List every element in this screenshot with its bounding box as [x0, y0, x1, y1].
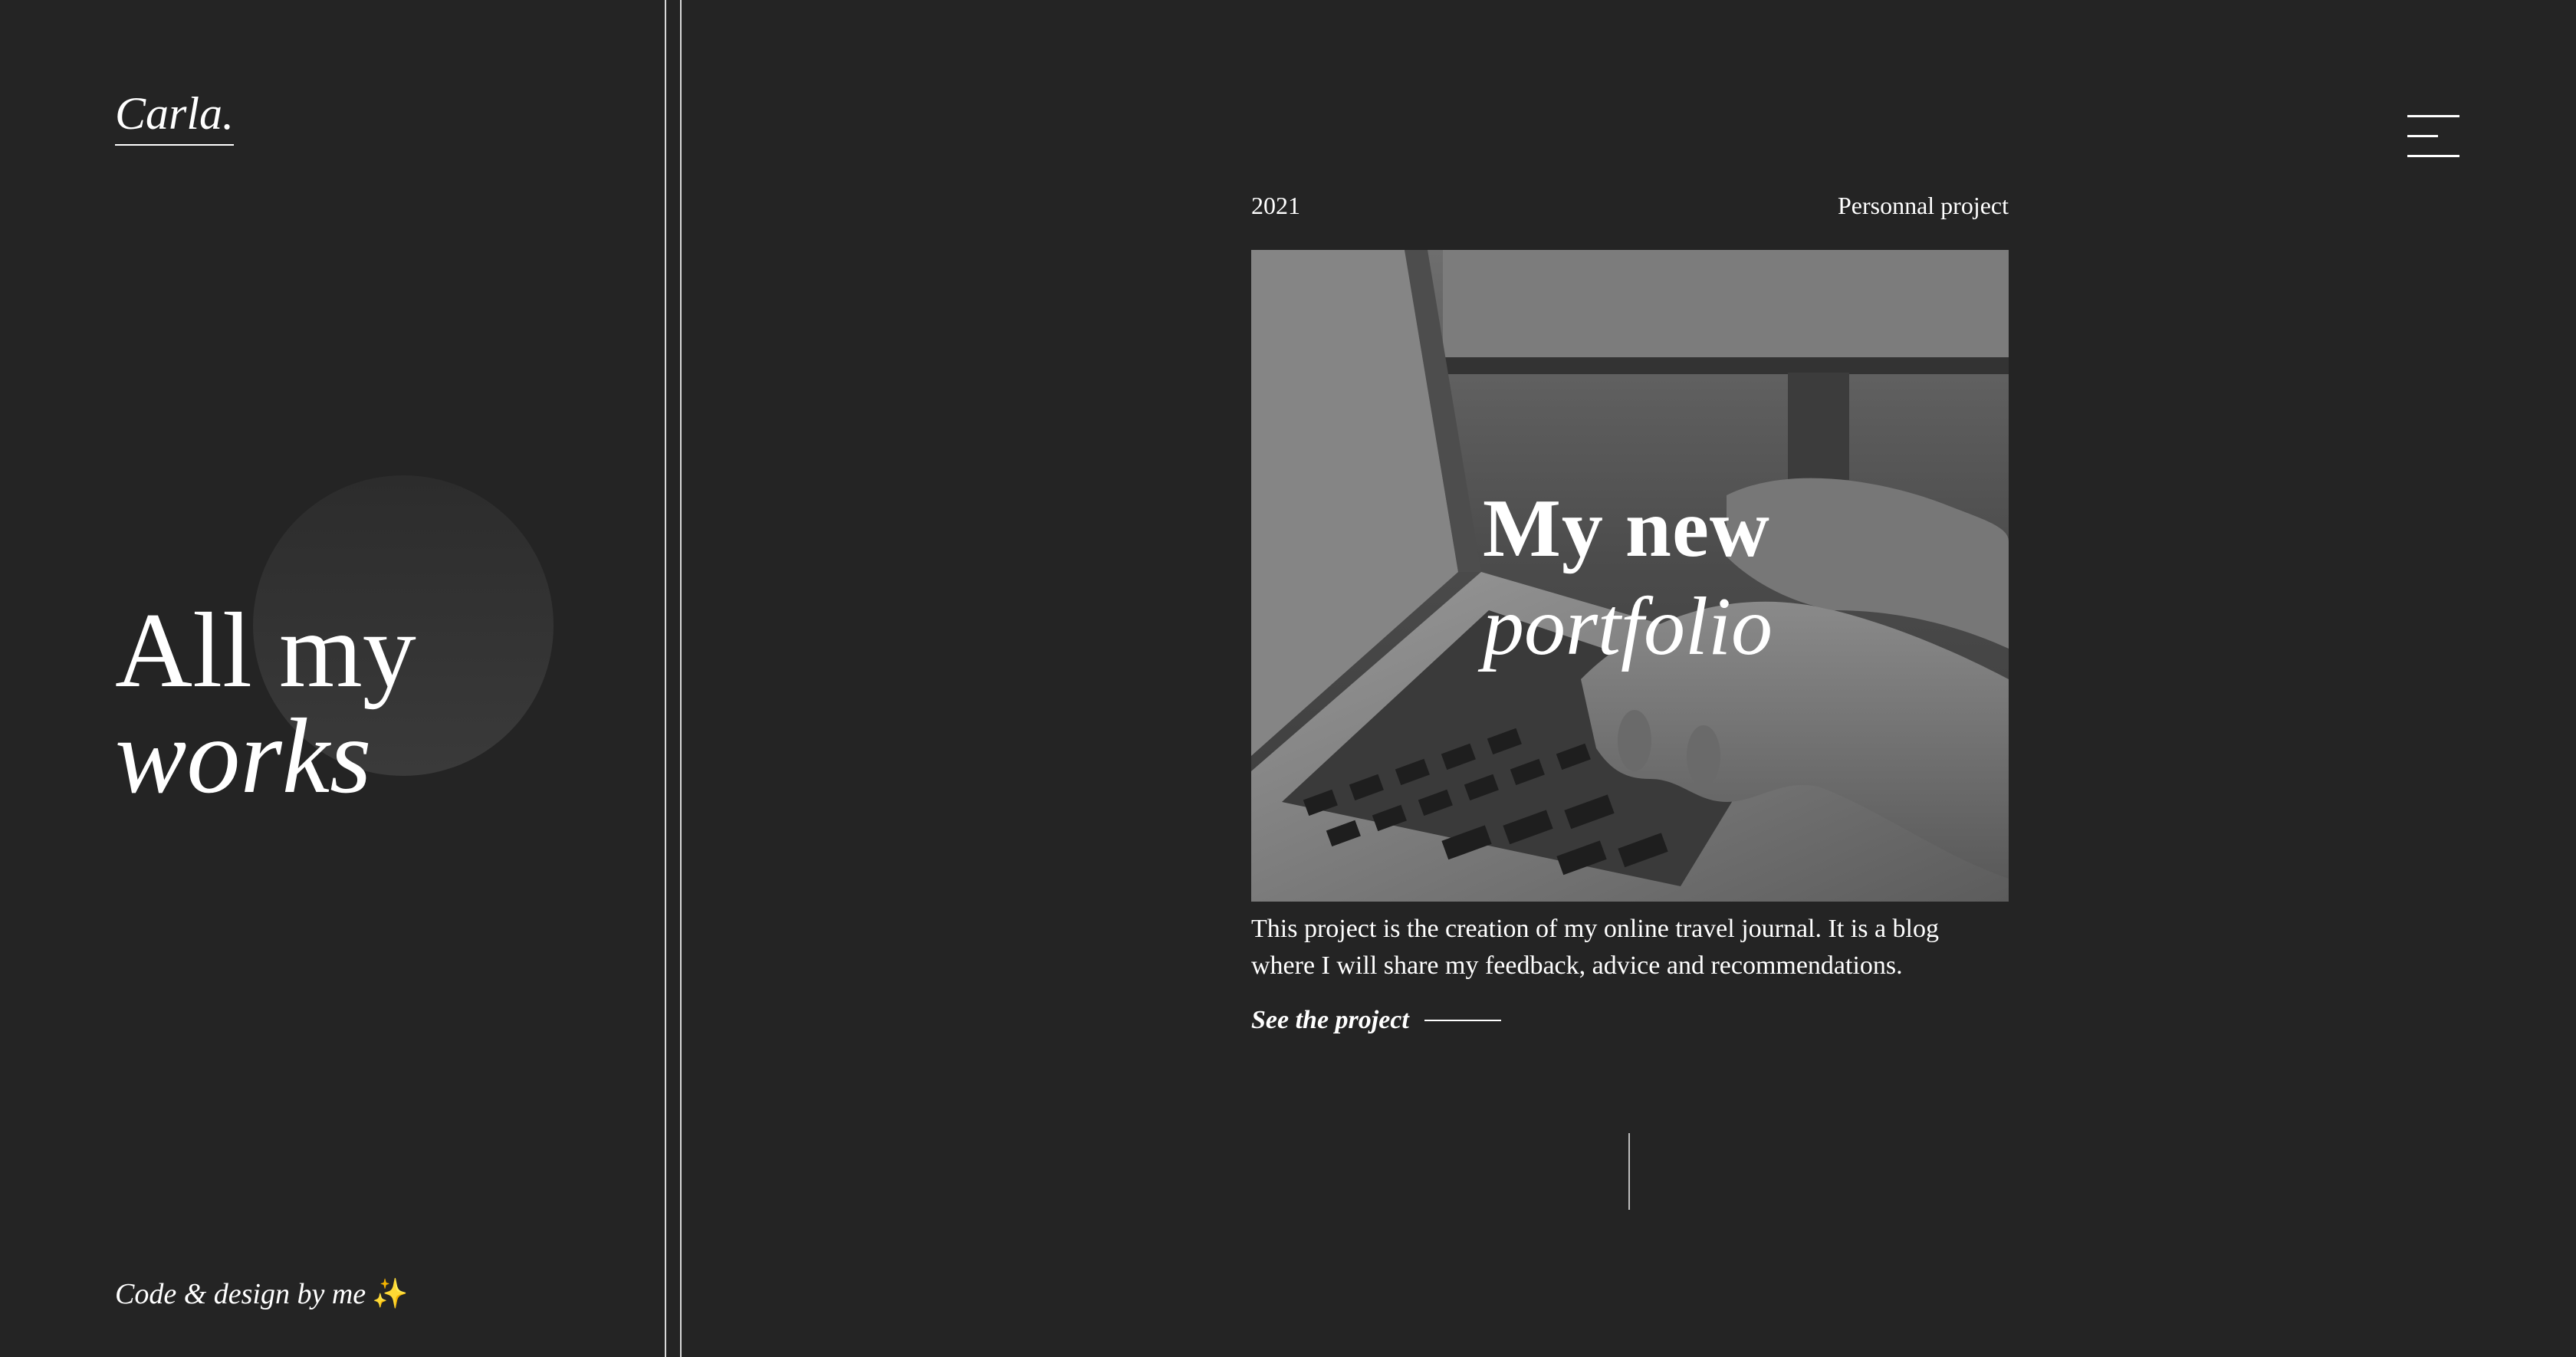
sidebar-divider-right — [680, 0, 682, 1357]
link-dash — [1424, 1020, 1501, 1021]
page-title: All my works — [115, 597, 416, 816]
sidebar-divider-left — [665, 0, 666, 1357]
hamburger-menu-icon[interactable] — [2407, 115, 2459, 159]
project-year: 2021 — [1251, 192, 1300, 219]
project-image-title-line1: My new — [1483, 483, 1770, 574]
footer-credit: Code & design by me ✨ — [115, 1277, 408, 1311]
logo-link[interactable]: Carla. — [115, 90, 235, 146]
project-type: Personnal project — [1837, 192, 2009, 219]
page-title-line1: All my — [115, 591, 416, 710]
see-project-label: See the project — [1251, 1006, 1409, 1034]
sidebar: Carla. All my works Code & design by me ✨ — [0, 0, 665, 1357]
project-image-title: My new portfolio — [1483, 480, 1773, 676]
page-title-line2: works — [115, 697, 372, 816]
see-project-link[interactable]: See the project — [1251, 1006, 1501, 1035]
project-meta: 2021 Personnal project — [1251, 192, 2009, 228]
project-image-title-line2: portfolio — [1483, 581, 1773, 672]
project-image[interactable]: My new portfolio — [1251, 250, 2009, 902]
page: Carla. All my works Code & design by me ✨… — [0, 0, 2576, 1357]
menu-bar-bottom — [2407, 155, 2459, 157]
menu-bar-top — [2407, 115, 2459, 117]
scroll-indicator — [1628, 1133, 1630, 1210]
sparkles-icon: ✨ — [372, 1278, 409, 1310]
footer-credit-text: Code & design by me — [115, 1278, 366, 1310]
menu-bar-middle — [2407, 135, 2438, 137]
project-description: This project is the creation of my onlin… — [1251, 915, 1939, 980]
project-card: 2021 Personnal project My new portfolio … — [1251, 192, 2009, 1034]
